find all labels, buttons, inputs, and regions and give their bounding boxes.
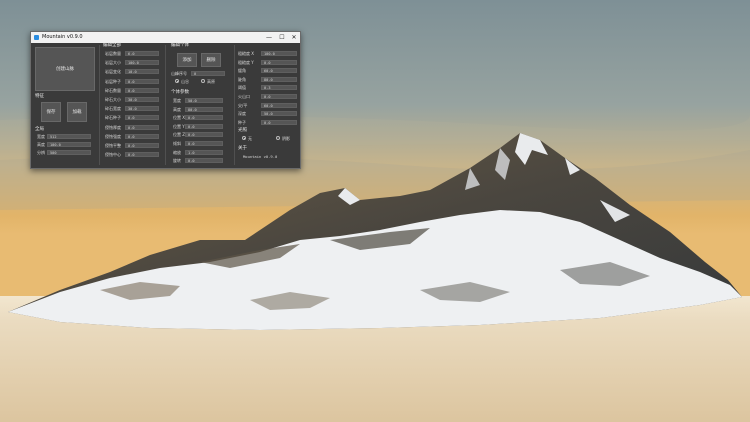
control-panel: 创建山脉 特征 保存 加载 全局 宽度 512 高度 100.0 分辨 500 … <box>31 43 300 168</box>
right-param-field[interactable]: 0.0 <box>261 94 297 99</box>
global-height-field[interactable]: 100.0 <box>47 142 91 147</box>
right-param-field[interactable]: 50.0 <box>261 111 297 117</box>
single-param-field[interactable]: 50.0 <box>185 98 223 103</box>
right-param-field[interactable]: 0.0 <box>261 119 297 125</box>
divider <box>165 45 166 165</box>
edit-all-param-field[interactable]: 100.0 <box>125 60 159 66</box>
right-param-field[interactable]: 60.0 <box>261 68 297 74</box>
right-param-label: 缓角 <box>238 68 246 74</box>
title-bar: Mountain v0.9.0 — ☐ ✕ <box>31 32 300 43</box>
delete-peak-button[interactable]: 删除 <box>201 53 221 67</box>
right-param-label: 深度 <box>238 111 246 117</box>
right-param-label: 粗糙度 X <box>238 51 255 56</box>
global-width-label: 宽度 <box>37 134 45 139</box>
right-param-label: 火山口 <box>238 94 250 99</box>
lighting-shadow-label: 阴影 <box>282 135 290 141</box>
edit-all-param-label: 岩层数量 <box>105 51 121 56</box>
global-resolution-field[interactable]: 500 <box>47 150 91 155</box>
single-param-field[interactable]: 80.0 <box>185 106 223 112</box>
features-header: 特征 <box>35 94 44 99</box>
edit-all-param-field[interactable]: 10.0 <box>125 69 159 75</box>
lighting-shadow-radio[interactable] <box>276 136 280 140</box>
window-title: Mountain v0.9.0 <box>42 34 83 40</box>
right-param-label: 粗糙度 Y <box>238 59 254 65</box>
lighting-header: 光照 <box>238 128 247 133</box>
edit-all-param-label: 侵蚀强度 <box>105 133 121 139</box>
edit-all-param-field[interactable]: 0.0 <box>125 78 159 84</box>
edit-all-param-field[interactable]: 30.0 <box>125 106 159 112</box>
save-button[interactable]: 保存 <box>41 102 61 122</box>
single-param-label: 缩放 <box>173 149 181 155</box>
edit-all-param-label: 侵蚀中心 <box>105 152 121 158</box>
right-param-field[interactable]: 0.0 <box>261 59 297 65</box>
global-header: 全局 <box>35 127 44 132</box>
single-param-field[interactable]: 0.0 <box>185 123 223 129</box>
edit-all-param-field[interactable]: 0.0 <box>125 87 159 93</box>
edit-all-param-field[interactable]: 0.0 <box>125 115 159 121</box>
edit-all-param-field[interactable]: 6.0 <box>125 51 159 56</box>
version-text: Mountain v0.9.0 <box>243 154 278 159</box>
lighting-none-label: 无 <box>248 135 252 141</box>
minimize-button[interactable]: — <box>263 32 275 43</box>
app-icon <box>34 35 39 40</box>
edit-all-param-label: 岩层种子 <box>105 78 121 84</box>
plateau-radio[interactable] <box>201 79 205 83</box>
edit-all-param-label: 碎石宽度 <box>105 106 121 112</box>
single-param-label: 倾斜 <box>173 141 181 146</box>
global-height-label: 高度 <box>37 142 45 147</box>
single-param-label: 位置 Z <box>173 132 186 138</box>
global-resolution-label: 分辨 <box>37 150 45 155</box>
edit-all-param-field[interactable]: 0.0 <box>125 133 159 139</box>
edit-all-param-label: 岩层变化 <box>105 69 121 75</box>
edit-all-header: 编辑全部 <box>103 43 121 48</box>
peak-index-label: 山峰序号 <box>171 71 187 76</box>
right-param-field[interactable]: 100.0 <box>261 51 297 56</box>
single-params-header: 个体参数 <box>171 90 189 95</box>
single-param-field[interactable]: 0.0 <box>185 115 223 121</box>
right-param-field[interactable]: 80.0 <box>261 76 297 82</box>
single-param-label: 位置 X <box>173 115 186 121</box>
edit-all-param-label: 岩层大小 <box>105 60 121 66</box>
right-param-field[interactable]: 0.3 <box>261 85 297 91</box>
edit-all-param-field[interactable]: 0.0 <box>125 143 159 148</box>
lighting-none-radio[interactable] <box>242 136 246 140</box>
global-width-field[interactable]: 512 <box>47 134 91 139</box>
edit-all-param-field[interactable]: 30.0 <box>125 97 159 102</box>
edit-all-param-label: 侵蚀平整 <box>105 143 121 148</box>
edit-all-param-field[interactable]: 0.0 <box>125 152 159 158</box>
edit-all-param-label: 侵蚀厚度 <box>105 124 121 130</box>
right-param-label: 尖/平 <box>238 102 248 108</box>
edit-all-param-label: 碎石数量 <box>105 87 121 93</box>
single-param-field[interactable]: 0.0 <box>185 132 223 138</box>
valley-radio[interactable] <box>175 79 179 83</box>
right-param-label: 阈值 <box>238 85 246 91</box>
close-button[interactable]: ✕ <box>288 32 300 43</box>
add-peak-button[interactable]: 添加 <box>177 53 197 67</box>
edit-all-param-label: 碎石种子 <box>105 115 121 121</box>
right-param-label: 陡角 <box>238 76 246 82</box>
single-param-label: 旋转 <box>173 158 181 164</box>
divider <box>234 45 235 165</box>
single-param-label: 位置 Y <box>173 123 185 129</box>
maximize-button[interactable]: ☐ <box>276 32 288 43</box>
peak-index-field[interactable]: 0 <box>191 71 225 76</box>
edit-all-param-field[interactable]: 0.0 <box>125 124 159 130</box>
single-param-field[interactable]: 0.0 <box>185 158 223 164</box>
single-param-label: 高度 <box>173 106 181 112</box>
single-param-field[interactable]: 1.0 <box>185 149 223 155</box>
edit-single-header: 编辑个体 <box>171 43 189 48</box>
right-param-label: 种子 <box>238 119 246 125</box>
valley-radio-label: 山谷 <box>181 78 189 84</box>
right-param-field[interactable]: 60.0 <box>261 102 297 108</box>
edit-all-param-label: 碎石大小 <box>105 97 121 102</box>
plateau-radio-label: 高原 <box>207 78 215 84</box>
about-header: 关于 <box>238 146 247 151</box>
create-mountain-button[interactable]: 创建山脉 <box>35 47 95 91</box>
load-button[interactable]: 加载 <box>67 102 87 122</box>
single-param-label: 宽度 <box>173 98 181 103</box>
single-param-field[interactable]: 0.0 <box>185 141 223 146</box>
divider <box>99 45 100 165</box>
app-window: Mountain v0.9.0 — ☐ ✕ 创建山脉 特征 保存 加载 全局 宽… <box>30 31 301 169</box>
